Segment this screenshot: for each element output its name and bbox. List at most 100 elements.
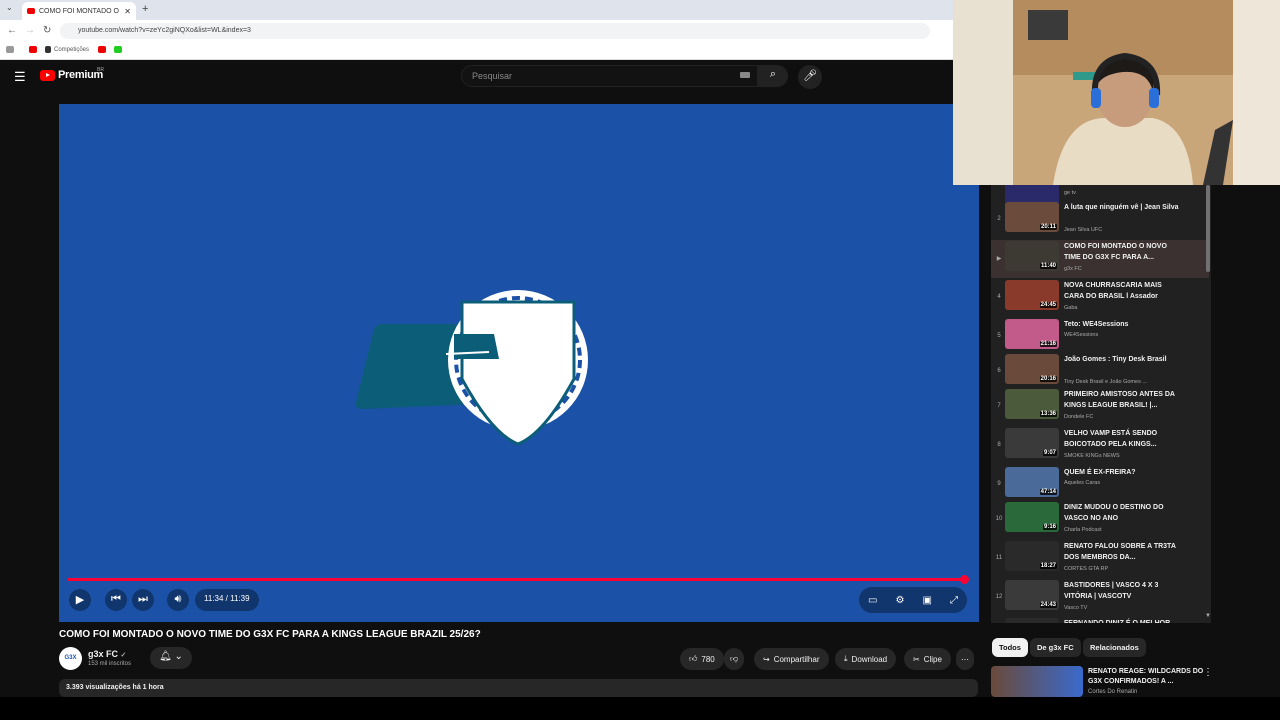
forward-icon[interactable]: → bbox=[25, 25, 35, 36]
playlist-item[interactable]: FERNANDO DINIZ É O MELHOR bbox=[991, 617, 1209, 623]
webcam-overlay bbox=[953, 0, 1280, 185]
playlist-title[interactable]: Teto: WE4Sessions bbox=[1064, 319, 1179, 330]
playlist-thumbnail[interactable] bbox=[1005, 618, 1059, 623]
playlist-duration: 9:16 bbox=[1042, 524, 1057, 530]
bookmark-youtube-icon[interactable] bbox=[29, 46, 37, 53]
like-button[interactable]: 👍︎ 780 bbox=[680, 648, 724, 670]
tab-list-icon[interactable]: ⌄ bbox=[6, 3, 13, 12]
playlist-thumbnail[interactable]: 47:14 bbox=[1005, 467, 1059, 497]
playlist-title[interactable]: João Gomes : Tiny Desk Brasil bbox=[1064, 354, 1179, 365]
playlist-item[interactable]: 11 18:27 RENATO FALOU SOBRE A TR3TA DOS ME… bbox=[991, 540, 1209, 578]
volume-button[interactable]: 🔊︎ bbox=[167, 589, 189, 611]
channel-name-text: g3x FC bbox=[88, 649, 119, 659]
bookmark-green-icon[interactable] bbox=[114, 46, 122, 53]
new-tab-button[interactable]: + bbox=[142, 3, 148, 15]
reload-icon[interactable]: ↻ bbox=[43, 25, 51, 36]
playlist-item[interactable]: 4 24:45 NOVA CHURRASCARIA MAIS CARA DO BRA… bbox=[991, 279, 1209, 317]
playlist-item[interactable]: 10 9:16 DINIZ MUDOU O DESTINO DO VASCO NO … bbox=[991, 501, 1209, 539]
description-box[interactable]: 3.393 visualizações há 1 hora bbox=[59, 679, 978, 697]
playlist-title[interactable]: PRIMEIRO AMISTOSO ANTES DA KINGS LEAGUE … bbox=[1064, 389, 1179, 411]
playlist-thumbnail[interactable]: 13:36 bbox=[1005, 389, 1059, 419]
miniplayer-icon[interactable]: ▣ bbox=[923, 595, 932, 606]
playlist-scrollbar[interactable] bbox=[1206, 185, 1210, 272]
chip-todos[interactable]: Todos bbox=[992, 638, 1028, 657]
playlist-item[interactable]: 8 9:07 VELHO VAMP ESTÁ SENDO BOICOTADO PEL… bbox=[991, 427, 1209, 465]
playlist-title[interactable]: DINIZ MUDOU O DESTINO DO VASCO NO ANO bbox=[1064, 502, 1179, 524]
playlist-title[interactable]: A luta que ninguém vê | Jean Silva bbox=[1064, 202, 1179, 213]
more-actions-button[interactable]: ⋯ bbox=[956, 648, 974, 670]
playlist-thumbnail[interactable]: 9:07 bbox=[1005, 428, 1059, 458]
channel-avatar[interactable]: G3X bbox=[59, 647, 82, 670]
playlist-title[interactable]: COMO FOI MONTADO O NOVO TIME DO G3X FC P… bbox=[1064, 241, 1179, 263]
share-icon: ↪ bbox=[763, 654, 770, 664]
youtube-logo[interactable]: Premium BR bbox=[40, 67, 104, 81]
browser-tab[interactable]: COMO FOI MONTADO O NOVO ✕ bbox=[22, 2, 136, 20]
recommendation-thumbnail[interactable] bbox=[991, 666, 1083, 697]
playlist-title[interactable]: NOVA CHURRASCARIA MAIS CARA DO BRASIL l … bbox=[1064, 280, 1179, 302]
playlist-thumbnail[interactable]: 11:40 bbox=[1005, 241, 1059, 271]
progress-scrubber[interactable] bbox=[959, 575, 969, 584]
chip-relacionados[interactable]: Relacionados bbox=[1083, 638, 1146, 657]
playlist-item[interactable]: 5 21:16 Teto: WE4Sessions WE4Sessions bbox=[991, 318, 1209, 356]
playlist-channel: Aqueles Caras bbox=[1064, 480, 1101, 486]
playlist-thumbnail[interactable]: 9:16 bbox=[1005, 502, 1059, 532]
scroll-down-icon[interactable]: ▼ bbox=[1205, 613, 1211, 619]
playlist-channel: CORTES GTA RP bbox=[1064, 566, 1109, 572]
close-tab-icon[interactable]: ✕ bbox=[124, 7, 131, 16]
playlist-item[interactable]: 12 24:43 BASTIDORES | VASCO 4 X 3 VITÓRIA … bbox=[991, 579, 1209, 617]
playlist-item[interactable]: ▶ 11:40 COMO FOI MONTADO O NOVO TIME DO G3… bbox=[991, 240, 1209, 278]
url-field[interactable]: youtube.com/watch?v=zeYc2giNQXo&list=WL&… bbox=[60, 23, 930, 39]
playlist-thumbnail[interactable]: 18:27 bbox=[1005, 541, 1059, 571]
search-button[interactable]: ⌕ bbox=[758, 65, 788, 87]
playlist-title[interactable]: RENATO FALOU SOBRE A TR3TA DOS MEMBROS D… bbox=[1064, 541, 1179, 563]
voice-search-button[interactable]: 🎤︎ bbox=[798, 65, 822, 89]
recommendation-more-icon[interactable]: ⋮ bbox=[1203, 667, 1213, 678]
playlist-thumbnail[interactable]: 20:16 bbox=[1005, 354, 1059, 384]
playlist-item[interactable]: 6 20:16 João Gomes : Tiny Desk Brasil Tiny … bbox=[991, 353, 1209, 391]
next-button[interactable]: ⏭ bbox=[132, 589, 154, 611]
volume-icon: 🔊︎ bbox=[174, 593, 182, 605]
playlist-title[interactable]: BASTIDORES | VASCO 4 X 3 VITÓRIA | VASCO… bbox=[1064, 580, 1179, 602]
playlist-duration: 20:16 bbox=[1039, 376, 1057, 382]
playlist-title[interactable]: QUEM É EX-FREIRA? bbox=[1064, 467, 1179, 478]
apps-icon[interactable] bbox=[6, 46, 14, 53]
menu-icon[interactable]: ☰ bbox=[14, 69, 26, 85]
playlist-thumbnail[interactable]: 24:43 bbox=[1005, 580, 1059, 610]
share-button[interactable]: ↪ Compartilhar bbox=[754, 648, 829, 670]
subtitles-icon[interactable]: ▭ bbox=[868, 595, 877, 606]
playlist-channel: Gaba bbox=[1064, 305, 1078, 311]
back-icon[interactable]: ← bbox=[7, 25, 17, 36]
play-button[interactable]: ▶ bbox=[69, 589, 91, 611]
notification-bell-button[interactable]: 🔔︎ ⌄ bbox=[150, 647, 192, 669]
video-player[interactable]: ▶ ⏮ ⏭ 🔊︎ 11:34 / 11:39 ▭ ⚙ ▣ ⤢ bbox=[59, 104, 979, 622]
playlist-index: 8 bbox=[997, 442, 1001, 448]
keyboard-icon[interactable] bbox=[740, 72, 750, 78]
playlist-item[interactable]: 7 13:36 PRIMEIRO AMISTOSO ANTES DA KINGS L… bbox=[991, 388, 1209, 426]
playlist-thumbnail[interactable]: 24:45 bbox=[1005, 280, 1059, 310]
youtube-favicon-icon bbox=[27, 8, 35, 14]
search-input[interactable]: Pesquisar bbox=[461, 65, 758, 87]
playlist-index: 12 bbox=[995, 594, 1003, 600]
download-button[interactable]: ⤓ Download bbox=[835, 648, 897, 670]
bookmarks-bar: Competições bbox=[0, 42, 953, 60]
bookmark-youtube-2-icon[interactable] bbox=[98, 46, 106, 53]
playlist-item[interactable]: 9 47:14 QUEM É EX-FREIRA? Aqueles Caras bbox=[991, 466, 1209, 504]
clip-button[interactable]: ✂ Clipe bbox=[904, 648, 951, 670]
thumbs-down-icon: 👎︎ bbox=[730, 654, 739, 663]
recommendation-title[interactable]: RENATO REAGE: WILDCARDS DO G3X CONFIRMAD… bbox=[1088, 667, 1204, 687]
chip-de-g3x[interactable]: De g3x FC bbox=[1030, 638, 1081, 657]
playlist-thumbnail[interactable]: 21:16 bbox=[1005, 319, 1059, 349]
settings-gear-icon[interactable]: ⚙ bbox=[896, 595, 905, 606]
previous-button[interactable]: ⏮ bbox=[105, 589, 127, 611]
playlist-title[interactable]: VELHO VAMP ESTÁ SENDO BOICOTADO PELA KIN… bbox=[1064, 428, 1179, 450]
dislike-button[interactable]: 👎︎ bbox=[724, 648, 745, 670]
playlist-item[interactable]: 2 20:11 A luta que ninguém vê | Jean Silva… bbox=[991, 201, 1209, 239]
fullscreen-icon[interactable]: ⤢ bbox=[950, 595, 958, 606]
bookmark-competicoes[interactable]: Competições bbox=[45, 46, 89, 53]
playlist-index: 6 bbox=[997, 368, 1001, 374]
playlist-title[interactable]: FERNANDO DINIZ É O MELHOR bbox=[1064, 618, 1179, 623]
youtube-header: ☰ Premium BR Pesquisar ⌕ 🎤︎ bbox=[0, 60, 953, 92]
progress-bar[interactable] bbox=[68, 578, 964, 581]
playlist-thumbnail[interactable]: 20:11 bbox=[1005, 202, 1059, 232]
channel-name[interactable]: g3x FC ✓ bbox=[88, 649, 126, 659]
